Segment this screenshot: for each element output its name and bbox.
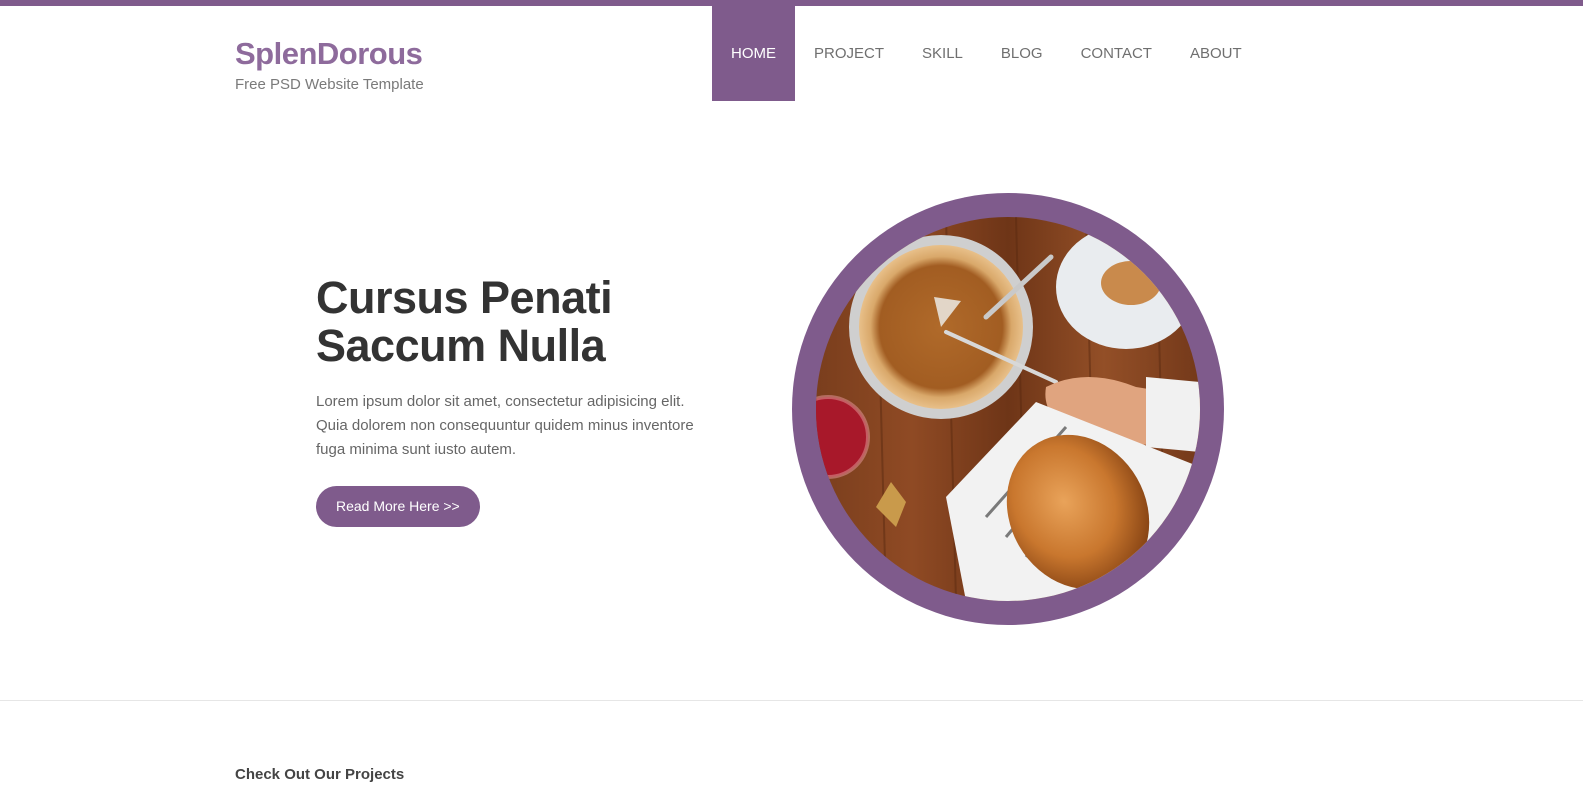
hero-food-image (816, 217, 1200, 601)
nav-item-about[interactable]: ABOUT (1171, 6, 1261, 101)
brand[interactable]: SplenDorous Free PSD Website Template (235, 36, 424, 93)
brand-name: SplenDorous (235, 36, 423, 71)
main-nav: HOME PROJECT SKILL BLOG CONTACT ABOUT (712, 6, 1261, 101)
nav-item-skill[interactable]: SKILL (903, 6, 982, 101)
section-divider (0, 700, 1583, 701)
nav-item-project[interactable]: PROJECT (795, 6, 903, 101)
read-more-button[interactable]: Read More Here >> (316, 486, 480, 527)
hero-image-ring (792, 193, 1224, 625)
site-header: SplenDorous Free PSD Website Template HO… (0, 6, 1583, 101)
projects-heading: Check Out Our Projects (235, 766, 405, 784)
hero-food-illustration (816, 217, 1200, 601)
hero-title-line-2: Saccum Nulla (316, 320, 606, 371)
hero-body: Lorem ipsum dolor sit amet, consectetur … (316, 393, 694, 458)
nav-item-blog[interactable]: BLOG (982, 6, 1062, 101)
hero-title: Cursus Penati Saccum Nulla (316, 274, 716, 370)
hero-text: Cursus Penati Saccum Nulla Lorem ipsum d… (316, 274, 716, 527)
hero-title-line-1: Cursus Penati (316, 272, 613, 323)
nav-item-home[interactable]: HOME (712, 6, 795, 101)
brand-tagline: Free PSD Website Template (235, 76, 424, 93)
nav-item-contact[interactable]: CONTACT (1062, 6, 1171, 101)
